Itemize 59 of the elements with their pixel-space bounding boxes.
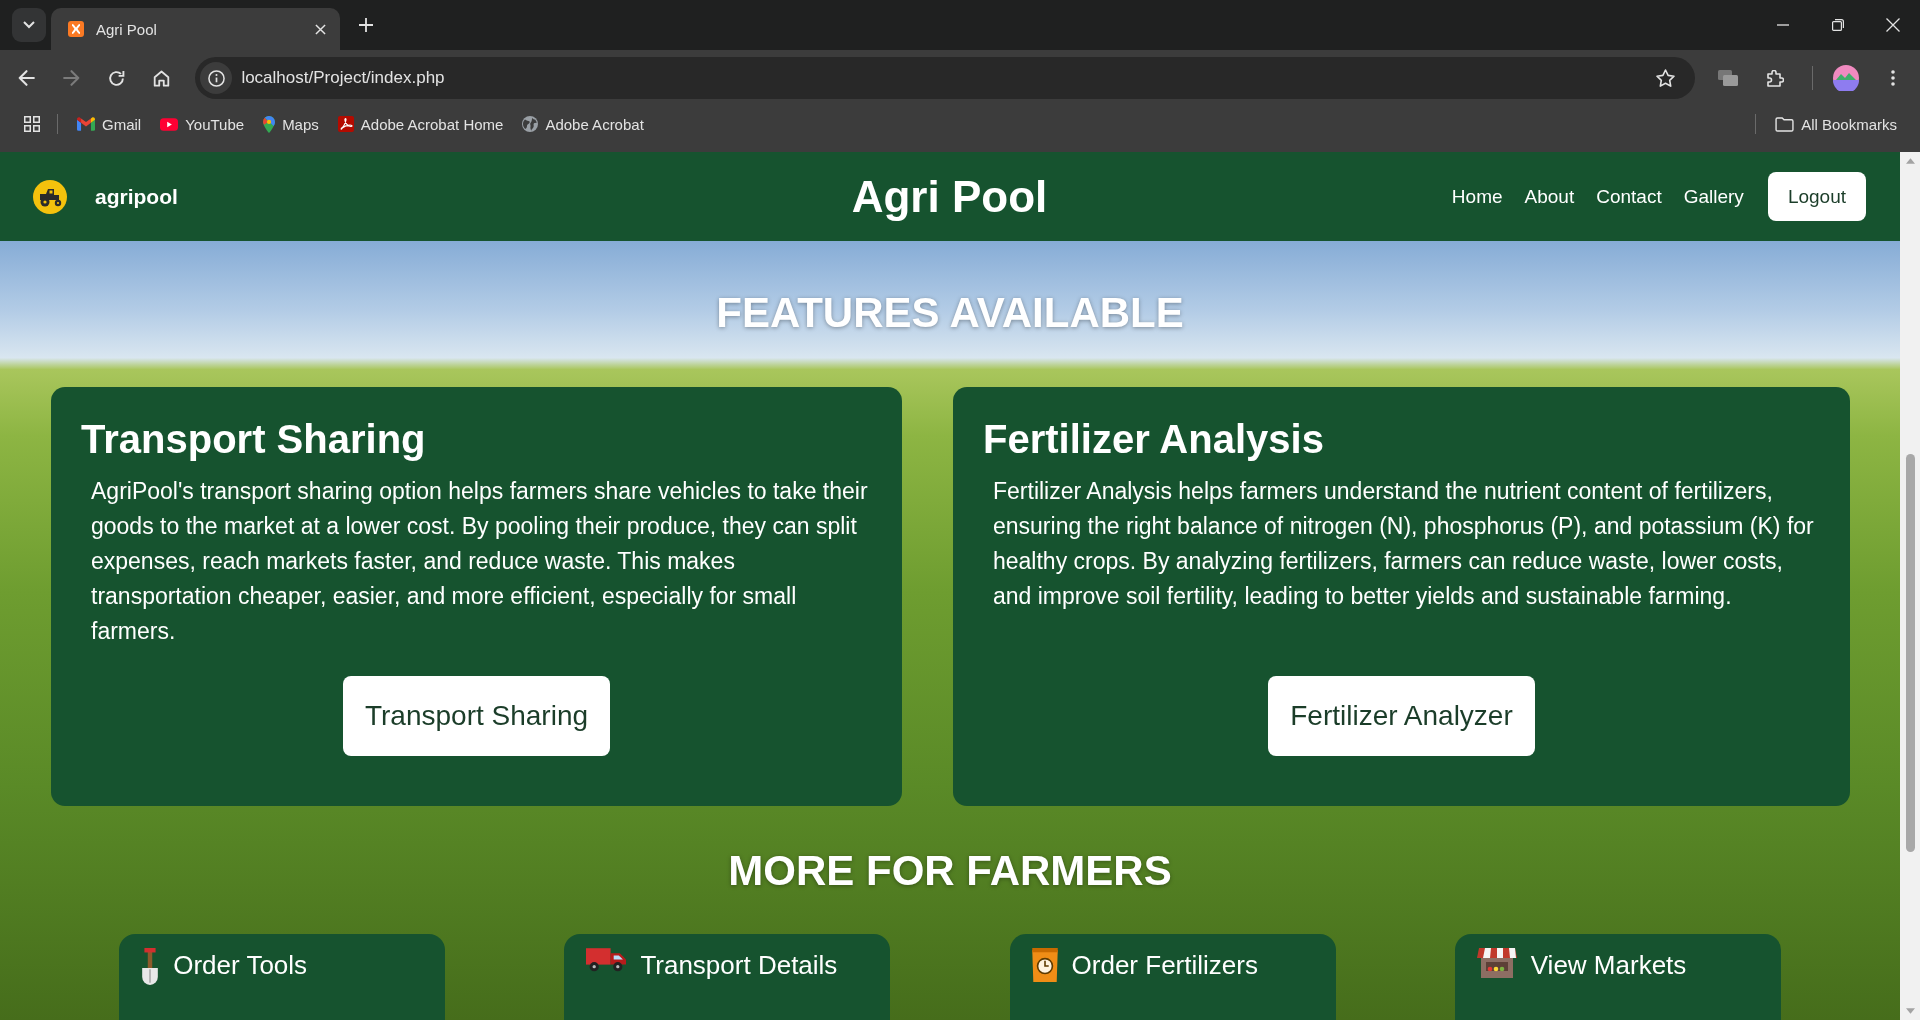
section-heading: MORE FOR FARMERS	[727, 846, 1173, 896]
nav-link[interactable]: Gallery	[1683, 185, 1744, 208]
nav-link[interactable]: Home	[1451, 185, 1503, 208]
folder-icon	[1775, 116, 1795, 132]
browser-tab[interactable]: Agri Pool	[51, 8, 340, 50]
reload-icon[interactable]	[108, 69, 126, 87]
tractor-logo[interactable]	[33, 179, 67, 214]
feature-button[interactable]: Transport Sharing	[342, 676, 611, 756]
nav-link[interactable]: About	[1524, 185, 1575, 208]
plus-icon[interactable]	[359, 18, 373, 32]
card-title: Transport Sharing	[81, 416, 427, 463]
restore-icon[interactable]	[1831, 19, 1844, 31]
caret-icon	[23, 21, 35, 29]
section-heading: FEATURES AVAILABLE	[715, 288, 1185, 338]
profile-avatar[interactable]	[1833, 65, 1859, 91]
card-description: Fertilizer Analysis helps farmers understand the nutrient content of fertilizers, ensuring the right balance of nitrogen (N), phosphorus (P), and potassium (K) for healthy crops. By analyzing fertilizers, farmers can reduce waste, lower costs, and improve soil fertility, leading to better yields and sustainable farming.	[993, 477, 1815, 611]
bookmark-item[interactable]: Adobe Acrobat	[514, 111, 652, 137]
play-button-icon	[160, 117, 179, 131]
fertilizer-bag-icon	[1031, 948, 1058, 982]
apps-grid-icon[interactable]	[24, 116, 40, 132]
bookmark-item[interactable]: Maps	[255, 111, 327, 137]
close-icon[interactable]	[315, 23, 326, 35]
site-info-button[interactable]	[200, 62, 233, 94]
market-stall-icon	[1476, 948, 1517, 978]
puzzle-icon[interactable]	[1766, 69, 1784, 87]
scrollbar-thumb[interactable]	[1905, 454, 1915, 852]
info-icon	[207, 69, 225, 87]
card-description: AgriPool's transport sharing option helps farmers share vehicles to take their goods to the market at a lower cost. By pooling their produce, they can split expenses, reach markets faster, and reduce waste. This makes transportation cheaper, easier, and more efficient, especially for small farmers.	[91, 477, 869, 646]
envelope-icon	[77, 117, 95, 131]
stacked-windows-icon[interactable]	[1718, 70, 1738, 86]
back-arrow-icon[interactable]	[18, 70, 36, 86]
feature-link-card[interactable]: Order Tools	[119, 934, 446, 1020]
bookmark-item[interactable]: Gmail	[69, 111, 150, 137]
feature-link-card[interactable]: Transport Details	[564, 934, 891, 1020]
bookmark-item[interactable]: YouTube	[152, 111, 253, 137]
nav-link[interactable]: Contact	[1596, 185, 1662, 208]
feature-button[interactable]: Fertilizer Analyzer	[1268, 676, 1535, 756]
card-title: Fertilizer Analysis	[983, 416, 1325, 463]
bookmarks-folder[interactable]: All Bookmarks	[1767, 111, 1905, 137]
scrollbar[interactable]	[1900, 152, 1920, 1020]
star-icon[interactable]	[1656, 69, 1675, 87]
pdf-icon	[337, 116, 354, 132]
map-pin-icon	[263, 115, 276, 133]
truck-icon	[586, 948, 627, 972]
bookmark-item[interactable]: Adobe Acrobat Home	[329, 111, 512, 137]
feature-link-card[interactable]: View Markets	[1454, 934, 1781, 1020]
shovel-icon	[141, 948, 160, 986]
site-favicon-icon	[68, 21, 84, 37]
home-icon[interactable]	[152, 69, 170, 87]
feature-link-card[interactable]: Order Fertilizers	[1009, 934, 1336, 1020]
site-title: Agri Pool	[851, 171, 1048, 222]
minimize-icon[interactable]	[1776, 24, 1789, 26]
tab-list-button[interactable]	[12, 8, 46, 42]
globe-icon	[522, 116, 539, 132]
brand-name[interactable]: agripool	[95, 184, 178, 209]
address-bar[interactable]: localhost/Project/index.php	[195, 57, 1695, 99]
menu-icon[interactable]	[1891, 70, 1895, 86]
close-icon[interactable]	[1885, 18, 1900, 32]
logout-button[interactable]: Logout	[1767, 172, 1866, 221]
